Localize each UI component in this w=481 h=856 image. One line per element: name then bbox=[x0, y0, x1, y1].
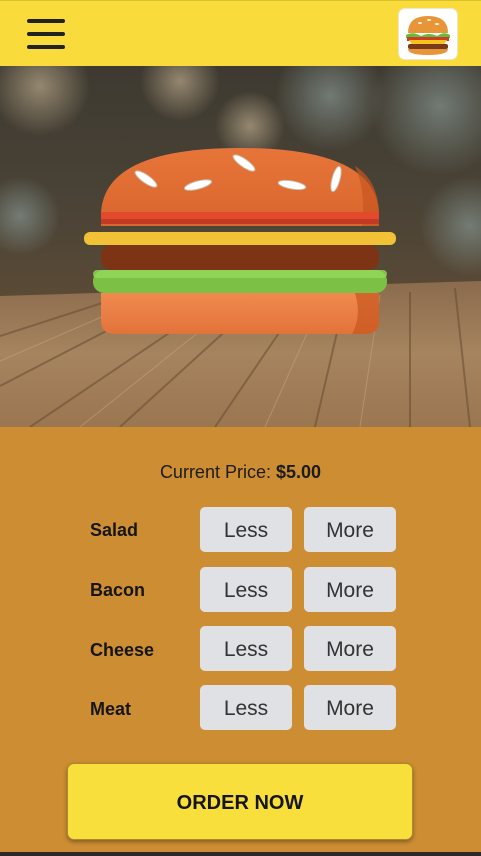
hero-image bbox=[0, 66, 481, 427]
ingredient-label-bacon: Bacon bbox=[90, 580, 146, 600]
meat-less-button[interactable]: Less bbox=[200, 685, 292, 730]
order-now-button[interactable]: ORDER NOW bbox=[67, 763, 413, 840]
ingredient-label-salad: Salad bbox=[90, 520, 139, 540]
bacon-more-button[interactable]: More bbox=[304, 567, 396, 612]
hamburger-menu-icon[interactable] bbox=[27, 19, 65, 49]
cheese-more-button[interactable]: More bbox=[304, 626, 396, 671]
current-price: Current Price: $5.00 bbox=[0, 462, 481, 483]
burger-scene bbox=[0, 66, 481, 427]
price-value: $5.00 bbox=[276, 462, 322, 482]
ingredient-label-cheese: Cheese bbox=[90, 640, 155, 660]
salad-less-button[interactable]: Less bbox=[200, 507, 292, 552]
salad-more-button[interactable]: More bbox=[304, 507, 396, 552]
meat-more-button[interactable]: More bbox=[304, 685, 396, 730]
bacon-less-button[interactable]: Less bbox=[200, 567, 292, 612]
burger-logo-graphic bbox=[406, 16, 450, 55]
menu-line bbox=[27, 32, 65, 36]
price-label: Current Price: bbox=[159, 462, 271, 482]
burger-logo-icon[interactable] bbox=[399, 9, 457, 59]
top-bar bbox=[0, 0, 481, 66]
menu-line bbox=[27, 19, 65, 23]
cheese-less-button[interactable]: Less bbox=[200, 626, 292, 671]
bottom-edge bbox=[0, 852, 481, 856]
menu-line bbox=[27, 45, 65, 49]
ingredient-label-meat: Meat bbox=[90, 699, 132, 719]
